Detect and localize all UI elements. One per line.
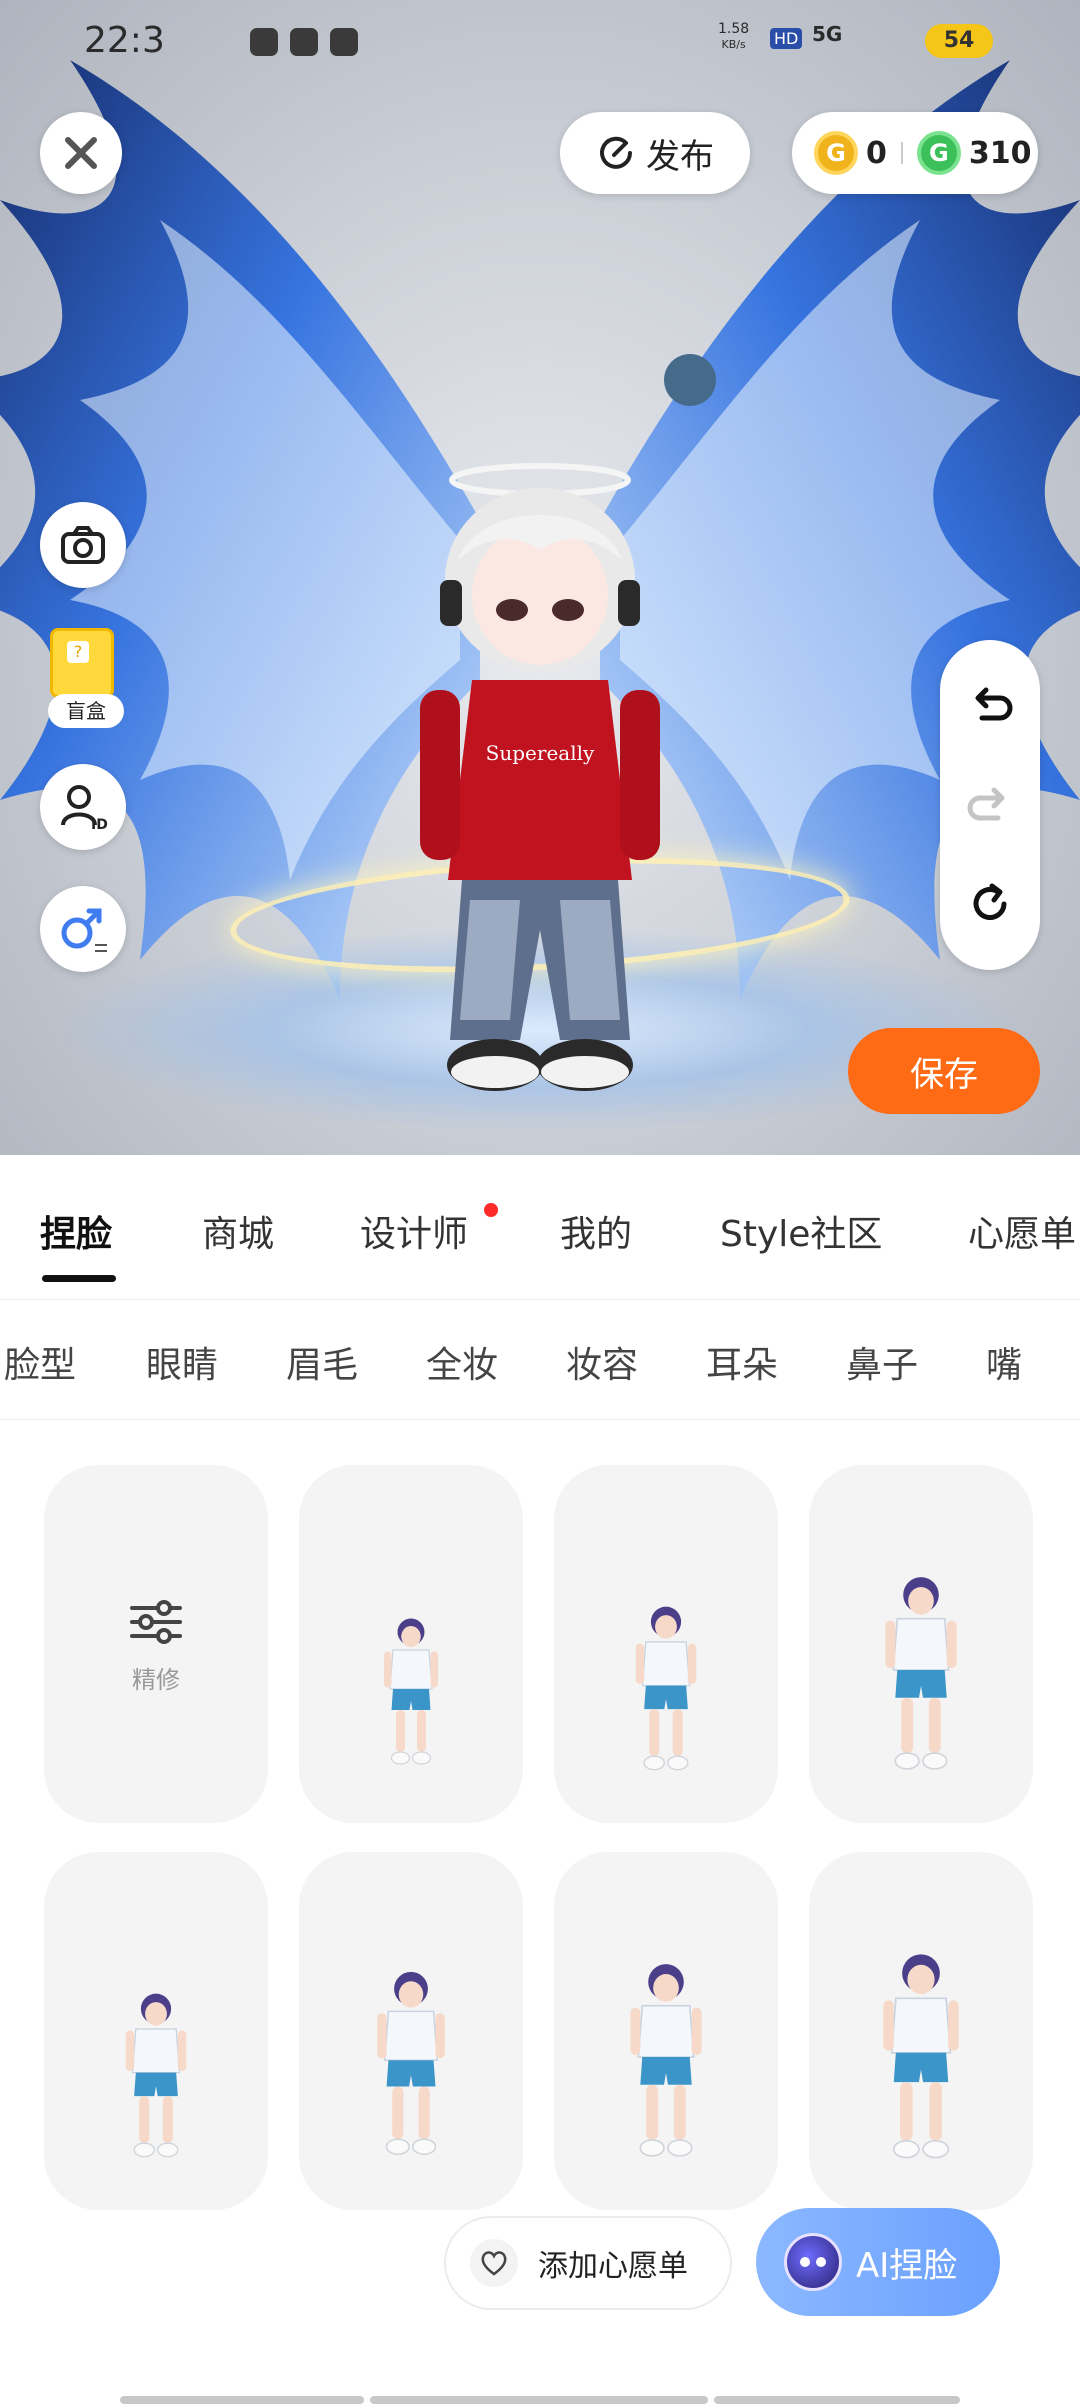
avatar-character[interactable]: Supereally [400, 460, 680, 1100]
refine-label: 精修 [132, 1665, 180, 1694]
subtab-full-makeup[interactable]: 全妆 [426, 1336, 498, 1388]
character-thumbnail [885, 1577, 957, 1770]
heart-icon [470, 2239, 518, 2287]
net-speed: 1.58 KB/s [718, 21, 750, 52]
sliders-icon [130, 1599, 182, 1644]
status-bar: 22:3 1.58 KB/s HD 5G 54 [0, 0, 1080, 80]
face-preset-card[interactable] [44, 1852, 268, 2210]
main-tab-bar: 捏脸 商城 设计师 我的 Style社区 心愿单 [0, 1155, 1080, 1300]
reset-button[interactable] [962, 876, 1018, 932]
publish-icon [600, 136, 632, 169]
tab-face[interactable]: 捏脸 [40, 1205, 112, 1257]
shark-charm-icon [664, 354, 716, 406]
publish-label: 发布 [646, 136, 714, 177]
avatar-id-button[interactable]: ID [40, 764, 126, 850]
notification-icon [290, 28, 318, 56]
close-button[interactable] [40, 112, 122, 194]
refresh-icon [973, 883, 1007, 920]
redo-icon [967, 787, 1005, 821]
ai-face-label: AI捏脸 [856, 2245, 958, 2286]
new-badge-dot [484, 1203, 498, 1217]
publish-button[interactable]: 发布 [560, 112, 750, 194]
blind-box-label: 盲盒 [48, 694, 124, 728]
add-to-wishlist-button[interactable]: 添加心愿单 [444, 2216, 732, 2310]
face-preset-card[interactable] [809, 1465, 1033, 1823]
tab-shop[interactable]: 商城 [202, 1205, 274, 1257]
character-thumbnail [630, 1964, 702, 2157]
subtab-eyebrows[interactable]: 眉毛 [286, 1336, 358, 1388]
subtab-ears[interactable]: 耳朵 [706, 1336, 778, 1388]
redo-button[interactable] [962, 776, 1018, 832]
face-category-bar: 脸型 眼睛 眉毛 全妆 妆容 耳朵 鼻子 嘴 [0, 1300, 1080, 1420]
face-preset-card[interactable] [554, 1852, 778, 2210]
currency-divider [900, 142, 903, 164]
user-id-icon: ID [61, 785, 108, 833]
face-preset-card[interactable] [554, 1465, 778, 1823]
scroll-indicator [370, 2396, 708, 2404]
hd-badge: HD [770, 28, 803, 49]
avatar-preview-scene[interactable]: Supereally 22:3 1.58KB/s HD 5G 54 发布 G [0, 0, 1080, 1155]
gold-coin-icon: G [814, 131, 858, 175]
gender-switch-button[interactable] [40, 886, 126, 972]
character-thumbnail [125, 1993, 187, 2158]
active-tab-indicator [42, 1275, 116, 1282]
undo-redo-panel [940, 640, 1040, 970]
blind-box-button[interactable]: ? 盲盒 [40, 628, 130, 728]
green-coin-icon: G [916, 131, 961, 175]
character-thumbnail [635, 1606, 697, 1771]
subtab-face-shape[interactable]: 脸型 [4, 1336, 76, 1388]
notification-icon [250, 28, 278, 56]
network-indicator: 5G [812, 22, 843, 46]
undo-button[interactable] [962, 676, 1018, 732]
face-preset-card[interactable] [299, 1465, 523, 1823]
refine-card[interactable]: 精修 [44, 1465, 268, 1823]
undo-icon [975, 687, 1013, 721]
subtab-eyes[interactable]: 眼睛 [146, 1336, 218, 1388]
blind-box-icon: ? [50, 628, 114, 698]
close-icon [65, 137, 97, 169]
notification-icon [330, 28, 358, 56]
battery-indicator: 54 [925, 24, 993, 58]
character-thumbnail [883, 1954, 959, 2159]
tab-mine[interactable]: 我的 [560, 1205, 632, 1257]
status-time: 22:3 [84, 20, 165, 61]
camera-icon [61, 526, 105, 564]
currency-panel[interactable]: G 0 G 310 [792, 112, 1038, 194]
character-thumbnail [384, 1618, 438, 1765]
character-thumbnail [377, 1971, 445, 2155]
subtab-nose[interactable]: 鼻子 [846, 1336, 918, 1388]
wishlist-label: 添加心愿单 [538, 2249, 688, 2284]
green-count: 310 [968, 135, 1032, 171]
save-button[interactable]: 保存 [848, 1028, 1040, 1114]
subtab-makeup[interactable]: 妆容 [566, 1336, 638, 1388]
face-preset-card[interactable] [299, 1852, 523, 2210]
robot-icon [784, 2233, 842, 2291]
ai-face-button[interactable]: AI捏脸 [756, 2208, 1000, 2316]
hoodie-print-text: Supereally [486, 741, 595, 765]
subtab-mouth[interactable]: 嘴 [986, 1336, 1022, 1388]
male-gender-icon [61, 908, 107, 952]
camera-button[interactable] [40, 502, 126, 588]
tab-style-community[interactable]: Style社区 [720, 1205, 882, 1257]
tab-designer[interactable]: 设计师 [360, 1205, 468, 1257]
scroll-indicator [120, 2396, 364, 2404]
svg-text:ID: ID [91, 817, 108, 833]
scroll-indicator [714, 2396, 960, 2404]
tab-wishlist[interactable]: 心愿单 [968, 1205, 1076, 1257]
gold-count: 0 [866, 135, 887, 171]
face-preset-card[interactable] [809, 1852, 1033, 2210]
